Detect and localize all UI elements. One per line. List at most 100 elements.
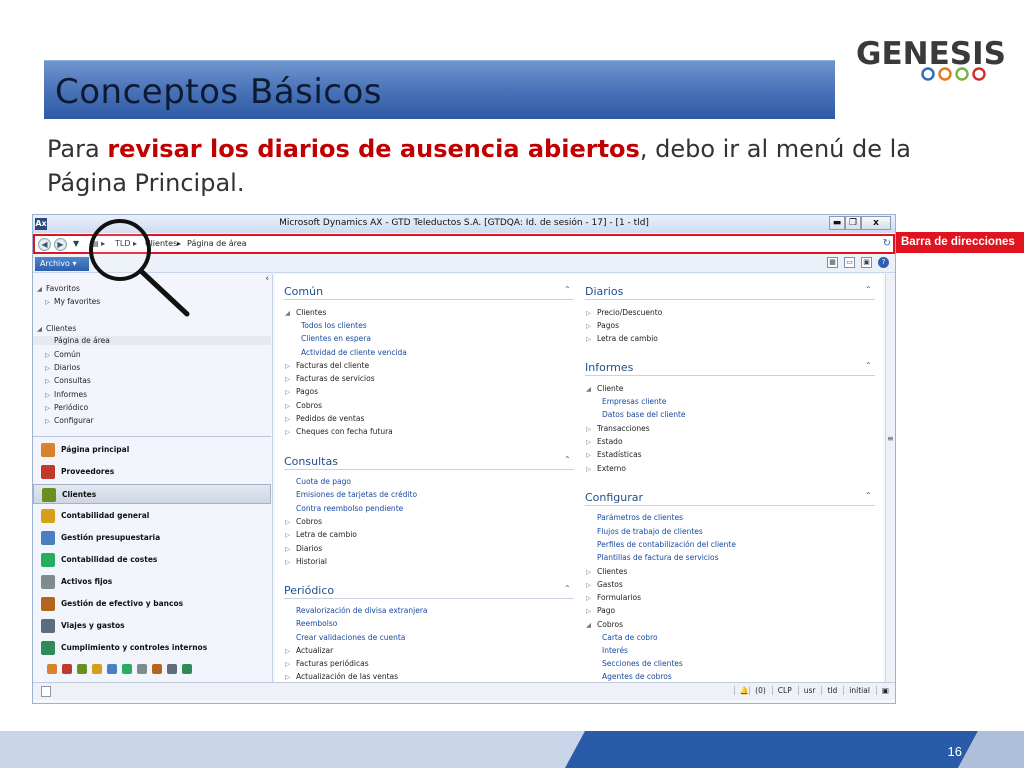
configurar-gastos[interactable]: ▷ Gastos — [586, 580, 623, 589]
status-layer[interactable]: initial — [843, 686, 870, 695]
nav-item-consultas[interactable]: ▷ Consultas — [45, 376, 91, 385]
module-contabilidad-costes[interactable]: Contabilidad de costes — [33, 550, 271, 570]
link-secciones-clientes[interactable]: Secciones de clientes — [602, 659, 683, 668]
module-shortcut-icon[interactable] — [182, 664, 192, 674]
back-arrow-icon[interactable]: ◀ — [38, 238, 51, 251]
nav-clientes-header[interactable]: ◢ Clientes — [37, 324, 76, 333]
diarios-pagos[interactable]: ▷ Pagos — [586, 321, 619, 330]
module-shortcut-icon[interactable] — [152, 664, 162, 674]
link-cuota-de-pago[interactable]: Cuota de pago — [296, 477, 351, 486]
module-shortcut-icon[interactable] — [92, 664, 102, 674]
informes-estadisticas[interactable]: ▷ Estadísticas — [586, 450, 642, 459]
link-empresas-cliente[interactable]: Empresas cliente — [602, 397, 666, 406]
module-efectivo-bancos[interactable]: Gestión de efectivo y bancos — [33, 594, 271, 614]
nav-favoritos-header[interactable]: ◢ Favoritos — [37, 284, 80, 293]
module-clientes[interactable]: Clientes — [33, 484, 271, 504]
notifications-count[interactable]: 🔔 (0) — [729, 686, 766, 695]
link-plantillas-factura[interactable]: Plantillas de factura de servicios — [597, 553, 719, 562]
comun-pedidos-ventas[interactable]: ▷ Pedidos de ventas — [285, 414, 364, 423]
favorites-icon[interactable]: ▣ — [861, 257, 872, 268]
refresh-icon[interactable]: ↻ — [883, 238, 891, 249]
consultas-cobros[interactable]: ▷ Cobros — [285, 517, 322, 526]
periodico-actualizacion-ventas[interactable]: ▷ Actualización de las ventas — [285, 672, 398, 681]
link-emisiones-tarjetas[interactable]: Emisiones de tarjetas de crédito — [296, 490, 417, 499]
informes-transacciones[interactable]: ▷ Transacciones — [586, 424, 650, 433]
configurar-pago[interactable]: ▷ Pago — [586, 606, 615, 615]
configurar-clientes[interactable]: ▷ Clientes — [586, 567, 627, 576]
informes-estado[interactable]: ▷ Estado — [586, 437, 623, 446]
forward-arrow-icon[interactable]: ▶ — [54, 238, 67, 251]
module-cumplimiento[interactable]: Cumplimiento y controles internos — [33, 638, 271, 658]
collapse-caret-icon[interactable]: ⌃ — [564, 285, 571, 294]
collapse-pane-icon[interactable]: ‹ — [265, 274, 269, 284]
module-gestion-presupuestaria[interactable]: Gestión presupuestaria — [33, 528, 271, 548]
comun-cheques[interactable]: ▷ Cheques con fecha futura — [285, 427, 393, 436]
module-shortcut-icon[interactable] — [47, 664, 57, 674]
link-clientes-en-espera[interactable]: Clientes en espera — [301, 334, 371, 343]
module-viajes-gastos[interactable]: Viajes y gastos — [33, 616, 271, 636]
periodico-facturas-periodicas[interactable]: ▷ Facturas periódicas — [285, 659, 369, 668]
module-shortcut-icon[interactable] — [122, 664, 132, 674]
close-button[interactable]: x — [861, 216, 891, 230]
status-user[interactable]: usr — [797, 686, 815, 695]
comun-facturas-cliente[interactable]: ▷ Facturas del cliente — [285, 361, 369, 370]
diarios-letra-cambio[interactable]: ▷ Letra de cambio — [586, 334, 658, 343]
pane-layout-icon[interactable]: ▦ — [827, 257, 838, 268]
nav-item-pagina-de-area[interactable]: Página de área — [33, 336, 271, 345]
link-parametros-clientes[interactable]: Parámetros de clientes — [597, 513, 683, 522]
nav-item-comun[interactable]: ▷ Común — [45, 350, 81, 359]
configurar-formularios[interactable]: ▷ Formularios — [586, 593, 641, 602]
help-icon[interactable]: ? — [878, 257, 889, 268]
nav-item-periodico[interactable]: ▷ Periódico — [45, 403, 88, 412]
comun-facturas-servicios[interactable]: ▷ Facturas de servicios — [285, 374, 375, 383]
collapse-caret-icon[interactable]: ⌃ — [865, 491, 872, 500]
comun-cobros[interactable]: ▷ Cobros — [285, 401, 322, 410]
collapse-caret-icon[interactable]: ⌃ — [564, 584, 571, 593]
window-view-icon[interactable]: ▭ — [844, 257, 855, 268]
vertical-scrollbar[interactable]: ≡ — [885, 274, 895, 689]
minimize-button[interactable]: ▬ — [829, 216, 845, 230]
diarios-precio-descuento[interactable]: ▷ Precio/Descuento — [586, 308, 662, 317]
link-interes[interactable]: Interés — [602, 646, 628, 655]
document-icon[interactable] — [41, 686, 51, 697]
configurar-cobros[interactable]: ◢ Cobros — [586, 620, 623, 629]
link-agentes-cobros[interactable]: Agentes de cobros — [602, 672, 672, 681]
informes-cliente[interactable]: ◢ Cliente — [586, 384, 623, 393]
file-menu-button[interactable]: Archivo ▾ — [35, 257, 89, 271]
status-currency[interactable]: CLP — [771, 686, 792, 695]
link-crear-validaciones[interactable]: Crear validaciones de cuenta — [296, 633, 405, 642]
restore-button[interactable]: ❐ — [845, 216, 861, 230]
module-contabilidad-general[interactable]: Contabilidad general — [33, 506, 271, 526]
module-proveedores[interactable]: Proveedores — [33, 462, 271, 482]
nav-item-configurar[interactable]: ▷ Configurar — [45, 416, 94, 425]
collapse-caret-icon[interactable]: ⌃ — [564, 455, 571, 464]
comun-pagos[interactable]: ▷ Pagos — [285, 387, 318, 396]
module-shortcut-icon[interactable] — [167, 664, 177, 674]
link-contra-reembolso[interactable]: Contra reembolso pendiente — [296, 504, 403, 513]
link-revalorizacion[interactable]: Revalorización de divisa extranjera — [296, 606, 428, 615]
informes-externo[interactable]: ▷ Externo — [586, 464, 626, 473]
collapse-caret-icon[interactable]: ⌃ — [865, 285, 872, 294]
periodico-actualizar[interactable]: ▷ Actualizar — [285, 646, 333, 655]
collapse-caret-icon[interactable]: ⌃ — [865, 361, 872, 370]
consultas-diarios[interactable]: ▷ Diarios — [285, 544, 322, 553]
module-shortcut-icon[interactable] — [137, 664, 147, 674]
module-shortcut-icon[interactable] — [107, 664, 117, 674]
link-flujos-trabajo[interactable]: Flujos de trabajo de clientes — [597, 527, 703, 536]
nav-item-informes[interactable]: ▷ Informes — [45, 390, 87, 399]
consultas-historial[interactable]: ▷ Historial — [285, 557, 327, 566]
scroll-grip-icon[interactable]: ≡ — [887, 434, 894, 443]
link-todos-los-clientes[interactable]: Todos los clientes — [301, 321, 367, 330]
comun-clientes[interactable]: ◢ Clientes — [285, 308, 326, 317]
link-actividad-vencida[interactable]: Actividad de cliente vencida — [301, 348, 407, 357]
link-carta-de-cobro[interactable]: Carta de cobro — [602, 633, 658, 642]
module-shortcut-icon[interactable] — [62, 664, 72, 674]
module-activos-fijos[interactable]: Activos fijos — [33, 572, 271, 592]
history-dropdown-icon[interactable]: ▼ — [73, 239, 79, 248]
link-reembolso[interactable]: Reembolso — [296, 619, 337, 628]
module-shortcut-icon[interactable] — [77, 664, 87, 674]
consultas-letra-cambio[interactable]: ▷ Letra de cambio — [285, 530, 357, 539]
status-lock-icon[interactable]: ▣ — [875, 686, 889, 695]
status-company[interactable]: tld — [821, 686, 837, 695]
link-perfiles-contabilizacion[interactable]: Perfiles de contabilización del cliente — [597, 540, 736, 549]
